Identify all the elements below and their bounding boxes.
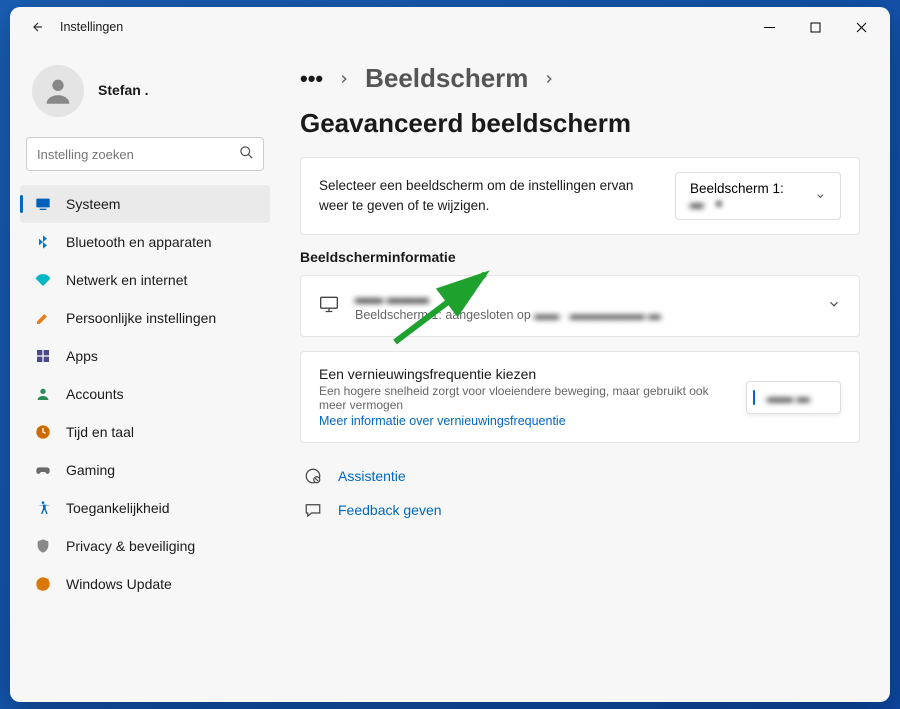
minimize-button[interactable] xyxy=(746,11,792,43)
help-icon xyxy=(304,467,322,485)
maximize-button[interactable] xyxy=(792,11,838,43)
apps-icon xyxy=(34,347,52,365)
sidebar-item-label: Accounts xyxy=(66,386,124,402)
sidebar-item-label: Netwerk en internet xyxy=(66,272,187,288)
sidebar-item-time[interactable]: Tijd en taal xyxy=(20,413,270,451)
display-info-title: ▬▬ ▬▬▬ xyxy=(355,290,661,306)
sidebar-item-label: Persoonlijke instellingen xyxy=(66,310,216,326)
feedback-icon xyxy=(304,501,322,519)
minimize-icon xyxy=(764,22,775,33)
sidebar-item-label: Bluetooth en apparaten xyxy=(66,234,212,250)
chevron-right-icon xyxy=(542,72,556,86)
network-icon xyxy=(34,271,52,289)
feedback-link[interactable]: Feedback geven xyxy=(300,493,860,527)
feedback-label: Feedback geven xyxy=(338,502,442,518)
sidebar: Stefan . Systeem Bluetooth en apparaten Ne… xyxy=(10,47,280,702)
display-info-card: ▬▬ ▬▬▬ Beeldscherm 1: aangesloten op ▬▬ … xyxy=(300,275,860,337)
sidebar-nav: Systeem Bluetooth en apparaten Netwerk en … xyxy=(20,185,270,603)
assistance-link[interactable]: Assistentie xyxy=(300,459,860,493)
display-picker-label: Beeldscherm 1: ▬ ■ xyxy=(690,181,807,211)
chevron-down-icon xyxy=(815,190,826,202)
sidebar-item-label: Apps xyxy=(66,348,98,364)
system-icon xyxy=(34,195,52,213)
sidebar-item-update[interactable]: Windows Update xyxy=(20,565,270,603)
sidebar-item-label: Privacy & beveiliging xyxy=(66,538,195,554)
display-picker[interactable]: Beeldscherm 1: ▬ ■ xyxy=(675,172,841,220)
sidebar-item-bluetooth[interactable]: Bluetooth en apparaten xyxy=(20,223,270,261)
window-title: Instellingen xyxy=(60,20,123,34)
display-info-subtitle: Beeldscherm 1: aangesloten op ▬▬ ▬▬▬▬▬▬ … xyxy=(355,308,661,322)
chevron-down-icon xyxy=(827,297,841,316)
search-box xyxy=(26,137,264,171)
window-controls xyxy=(746,11,884,43)
refresh-rate-value: ▬▬ ▬ xyxy=(767,390,810,405)
refresh-rate-card: Een vernieuwingsfrequentie kiezen Een ho… xyxy=(300,351,860,443)
section-title: Beeldscherminformatie xyxy=(300,249,860,265)
titlebar: Instellingen xyxy=(10,7,890,47)
sidebar-item-accessibility[interactable]: Toegankelijkheid xyxy=(20,489,270,527)
sidebar-item-accounts[interactable]: Accounts xyxy=(20,375,270,413)
main-pane: ••• Beeldscherm Geavanceerd beeldscherm … xyxy=(280,47,890,702)
back-button[interactable] xyxy=(24,13,52,41)
refresh-rate-selector[interactable]: ▬▬ ▬ xyxy=(746,381,841,414)
refresh-rate-title: Een vernieuwingsfrequentie kiezen xyxy=(319,366,730,382)
breadcrumb: ••• Beeldscherm Geavanceerd beeldscherm xyxy=(300,63,860,139)
close-button[interactable] xyxy=(838,11,884,43)
breadcrumb-ellipsis[interactable]: ••• xyxy=(300,66,323,92)
avatar xyxy=(32,65,84,117)
sidebar-item-gaming[interactable]: Gaming xyxy=(20,451,270,489)
breadcrumb-parent[interactable]: Beeldscherm xyxy=(365,63,528,94)
refresh-rate-subtitle: Een hogere snelheid zorgt voor vloeiende… xyxy=(319,384,730,412)
refresh-rate-help-link[interactable]: Meer informatie over vernieuwingsfrequen… xyxy=(319,414,730,428)
chevron-right-icon xyxy=(337,72,351,86)
monitor-icon xyxy=(319,294,339,319)
gaming-icon xyxy=(34,461,52,479)
select-display-description: Selecteer een beeldscherm om de instelli… xyxy=(319,176,659,215)
bluetooth-icon xyxy=(34,233,52,251)
content-area: Stefan . Systeem Bluetooth en apparaten Ne… xyxy=(10,47,890,702)
sidebar-item-system[interactable]: Systeem xyxy=(20,185,270,223)
search-input[interactable] xyxy=(26,137,264,171)
time-icon xyxy=(34,423,52,441)
select-display-card: Selecteer een beeldscherm om de instelli… xyxy=(300,157,860,235)
assistance-label: Assistentie xyxy=(338,468,406,484)
profile-name: Stefan . xyxy=(98,82,149,98)
accounts-icon xyxy=(34,385,52,403)
maximize-icon xyxy=(810,22,821,33)
arrow-left-icon xyxy=(31,20,45,34)
sidebar-item-apps[interactable]: Apps xyxy=(20,337,270,375)
user-icon xyxy=(41,74,75,108)
sidebar-item-label: Windows Update xyxy=(66,576,172,592)
sidebar-item-privacy[interactable]: Privacy & beveiliging xyxy=(20,527,270,565)
sidebar-item-label: Gaming xyxy=(66,462,115,478)
sidebar-item-network[interactable]: Netwerk en internet xyxy=(20,261,270,299)
update-icon xyxy=(34,575,52,593)
profile-block[interactable]: Stefan . xyxy=(20,47,270,137)
settings-window: Instellingen Stefan . xyxy=(10,7,890,702)
sidebar-item-label: Tijd en taal xyxy=(66,424,134,440)
breadcrumb-current: Geavanceerd beeldscherm xyxy=(300,108,631,139)
search-icon xyxy=(239,145,254,165)
sidebar-item-label: Toegankelijkheid xyxy=(66,500,170,516)
accessibility-icon xyxy=(34,499,52,517)
sidebar-item-label: Systeem xyxy=(66,196,120,212)
sidebar-item-personalize[interactable]: Persoonlijke instellingen xyxy=(20,299,270,337)
personalize-icon xyxy=(34,309,52,327)
privacy-icon xyxy=(34,537,52,555)
close-icon xyxy=(856,22,867,33)
display-info-row[interactable]: ▬▬ ▬▬▬ Beeldscherm 1: aangesloten op ▬▬ … xyxy=(301,276,859,336)
help-links: Assistentie Feedback geven xyxy=(300,459,860,527)
